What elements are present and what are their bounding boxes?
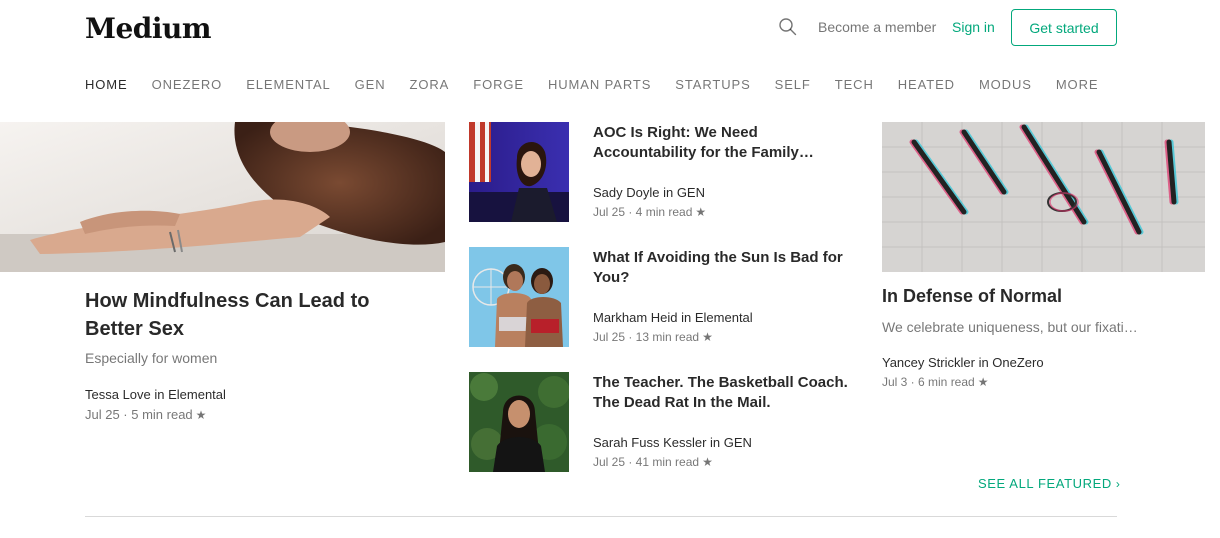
post-title[interactable]: The Teacher. The Basketball Coach. The D… bbox=[593, 373, 849, 413]
featured-list-item[interactable]: The Teacher. The Basketball Coach. The D… bbox=[469, 372, 849, 472]
nav-item-zora[interactable]: ZORA bbox=[410, 77, 450, 92]
post-title[interactable]: AOC Is Right: We Need Accountability for… bbox=[593, 123, 849, 163]
post-date-readtime: Jul 25 · 5 min read bbox=[85, 407, 193, 422]
featured-list-item[interactable]: What If Avoiding the Sun Is Bad for You?… bbox=[469, 247, 849, 347]
star-icon: ★ bbox=[977, 375, 989, 389]
featured-right-meta: Jul 3 · 6 min read ★ bbox=[882, 375, 988, 389]
nav-item-human-parts[interactable]: HUMAN PARTS bbox=[548, 77, 651, 92]
chevron-right-icon: › bbox=[1115, 477, 1121, 491]
nav-item-self[interactable]: SELF bbox=[775, 77, 811, 92]
post-meta: Jul 25 · 4 min read ★ bbox=[593, 205, 706, 219]
nav-item-startups[interactable]: STARTUPS bbox=[675, 77, 750, 92]
post-author[interactable]: Sarah Fuss Kessler in GEN bbox=[593, 435, 752, 450]
post-author[interactable]: Markham Heid in Elemental bbox=[593, 310, 753, 325]
become-member-link[interactable]: Become a member bbox=[818, 19, 936, 35]
post-date-readtime: Jul 3 · 6 min read bbox=[882, 375, 975, 389]
search-icon[interactable] bbox=[778, 17, 798, 37]
topic-nav: HOME ONEZERO ELEMENTAL GEN ZORA FORGE HU… bbox=[85, 77, 1098, 92]
post-date-readtime: Jul 25 · 13 min read bbox=[593, 330, 700, 344]
featured-right-title[interactable]: In Defense of Normal bbox=[882, 286, 1062, 307]
star-icon: ★ bbox=[195, 408, 207, 422]
featured-right-image[interactable] bbox=[882, 122, 1205, 272]
featured-big-title[interactable]: How Mindfulness Can Lead to Better Sex bbox=[85, 287, 415, 343]
get-started-button[interactable]: Get started bbox=[1011, 9, 1117, 46]
featured-big-author[interactable]: Tessa Love in Elemental bbox=[85, 387, 226, 402]
post-meta: Jul 25 · 41 min read ★ bbox=[593, 455, 713, 469]
sign-in-link[interactable]: Sign in bbox=[952, 19, 995, 35]
featured-big-subtitle[interactable]: Especially for women bbox=[85, 350, 217, 366]
nav-item-modus[interactable]: MODUS bbox=[979, 77, 1032, 92]
nav-item-gen[interactable]: GEN bbox=[355, 77, 386, 92]
post-date-readtime: Jul 25 · 41 min read bbox=[593, 455, 700, 469]
star-icon: ★ bbox=[695, 205, 707, 219]
see-all-label: SEE ALL FEATURED bbox=[978, 476, 1112, 491]
post-title[interactable]: What If Avoiding the Sun Is Bad for You? bbox=[593, 248, 849, 288]
post-meta: Jul 25 · 13 min read ★ bbox=[593, 330, 713, 344]
nav-item-forge[interactable]: FORGE bbox=[473, 77, 524, 92]
featured-list-item[interactable]: AOC Is Right: We Need Accountability for… bbox=[469, 122, 849, 222]
featured-big-image[interactable] bbox=[0, 122, 445, 272]
see-all-featured-link[interactable]: SEE ALL FEATURED › bbox=[978, 476, 1120, 491]
post-thumbnail[interactable] bbox=[469, 122, 569, 222]
featured-right-subtitle[interactable]: We celebrate uniqueness, but our fixati… bbox=[882, 319, 1144, 335]
post-thumbnail[interactable] bbox=[469, 247, 569, 347]
star-icon: ★ bbox=[702, 455, 713, 469]
nav-item-home[interactable]: HOME bbox=[85, 77, 128, 92]
nav-item-heated[interactable]: HEATED bbox=[898, 77, 955, 92]
nav-item-more[interactable]: MORE bbox=[1056, 77, 1099, 92]
featured-big-meta: Jul 25 · 5 min read ★ bbox=[85, 407, 206, 422]
nav-item-onezero[interactable]: ONEZERO bbox=[152, 77, 223, 92]
star-icon: ★ bbox=[702, 330, 713, 344]
post-author[interactable]: Sady Doyle in GEN bbox=[593, 185, 705, 200]
post-thumbnail[interactable] bbox=[469, 372, 569, 472]
nav-item-elemental[interactable]: ELEMENTAL bbox=[246, 77, 330, 92]
nav-item-tech[interactable]: TECH bbox=[835, 77, 874, 92]
medium-logo[interactable]: Medium bbox=[85, 12, 212, 45]
post-date-readtime: Jul 25 · 4 min read bbox=[593, 205, 693, 219]
featured-right-author[interactable]: Yancey Strickler in OneZero bbox=[882, 355, 1044, 370]
section-divider bbox=[85, 516, 1117, 517]
